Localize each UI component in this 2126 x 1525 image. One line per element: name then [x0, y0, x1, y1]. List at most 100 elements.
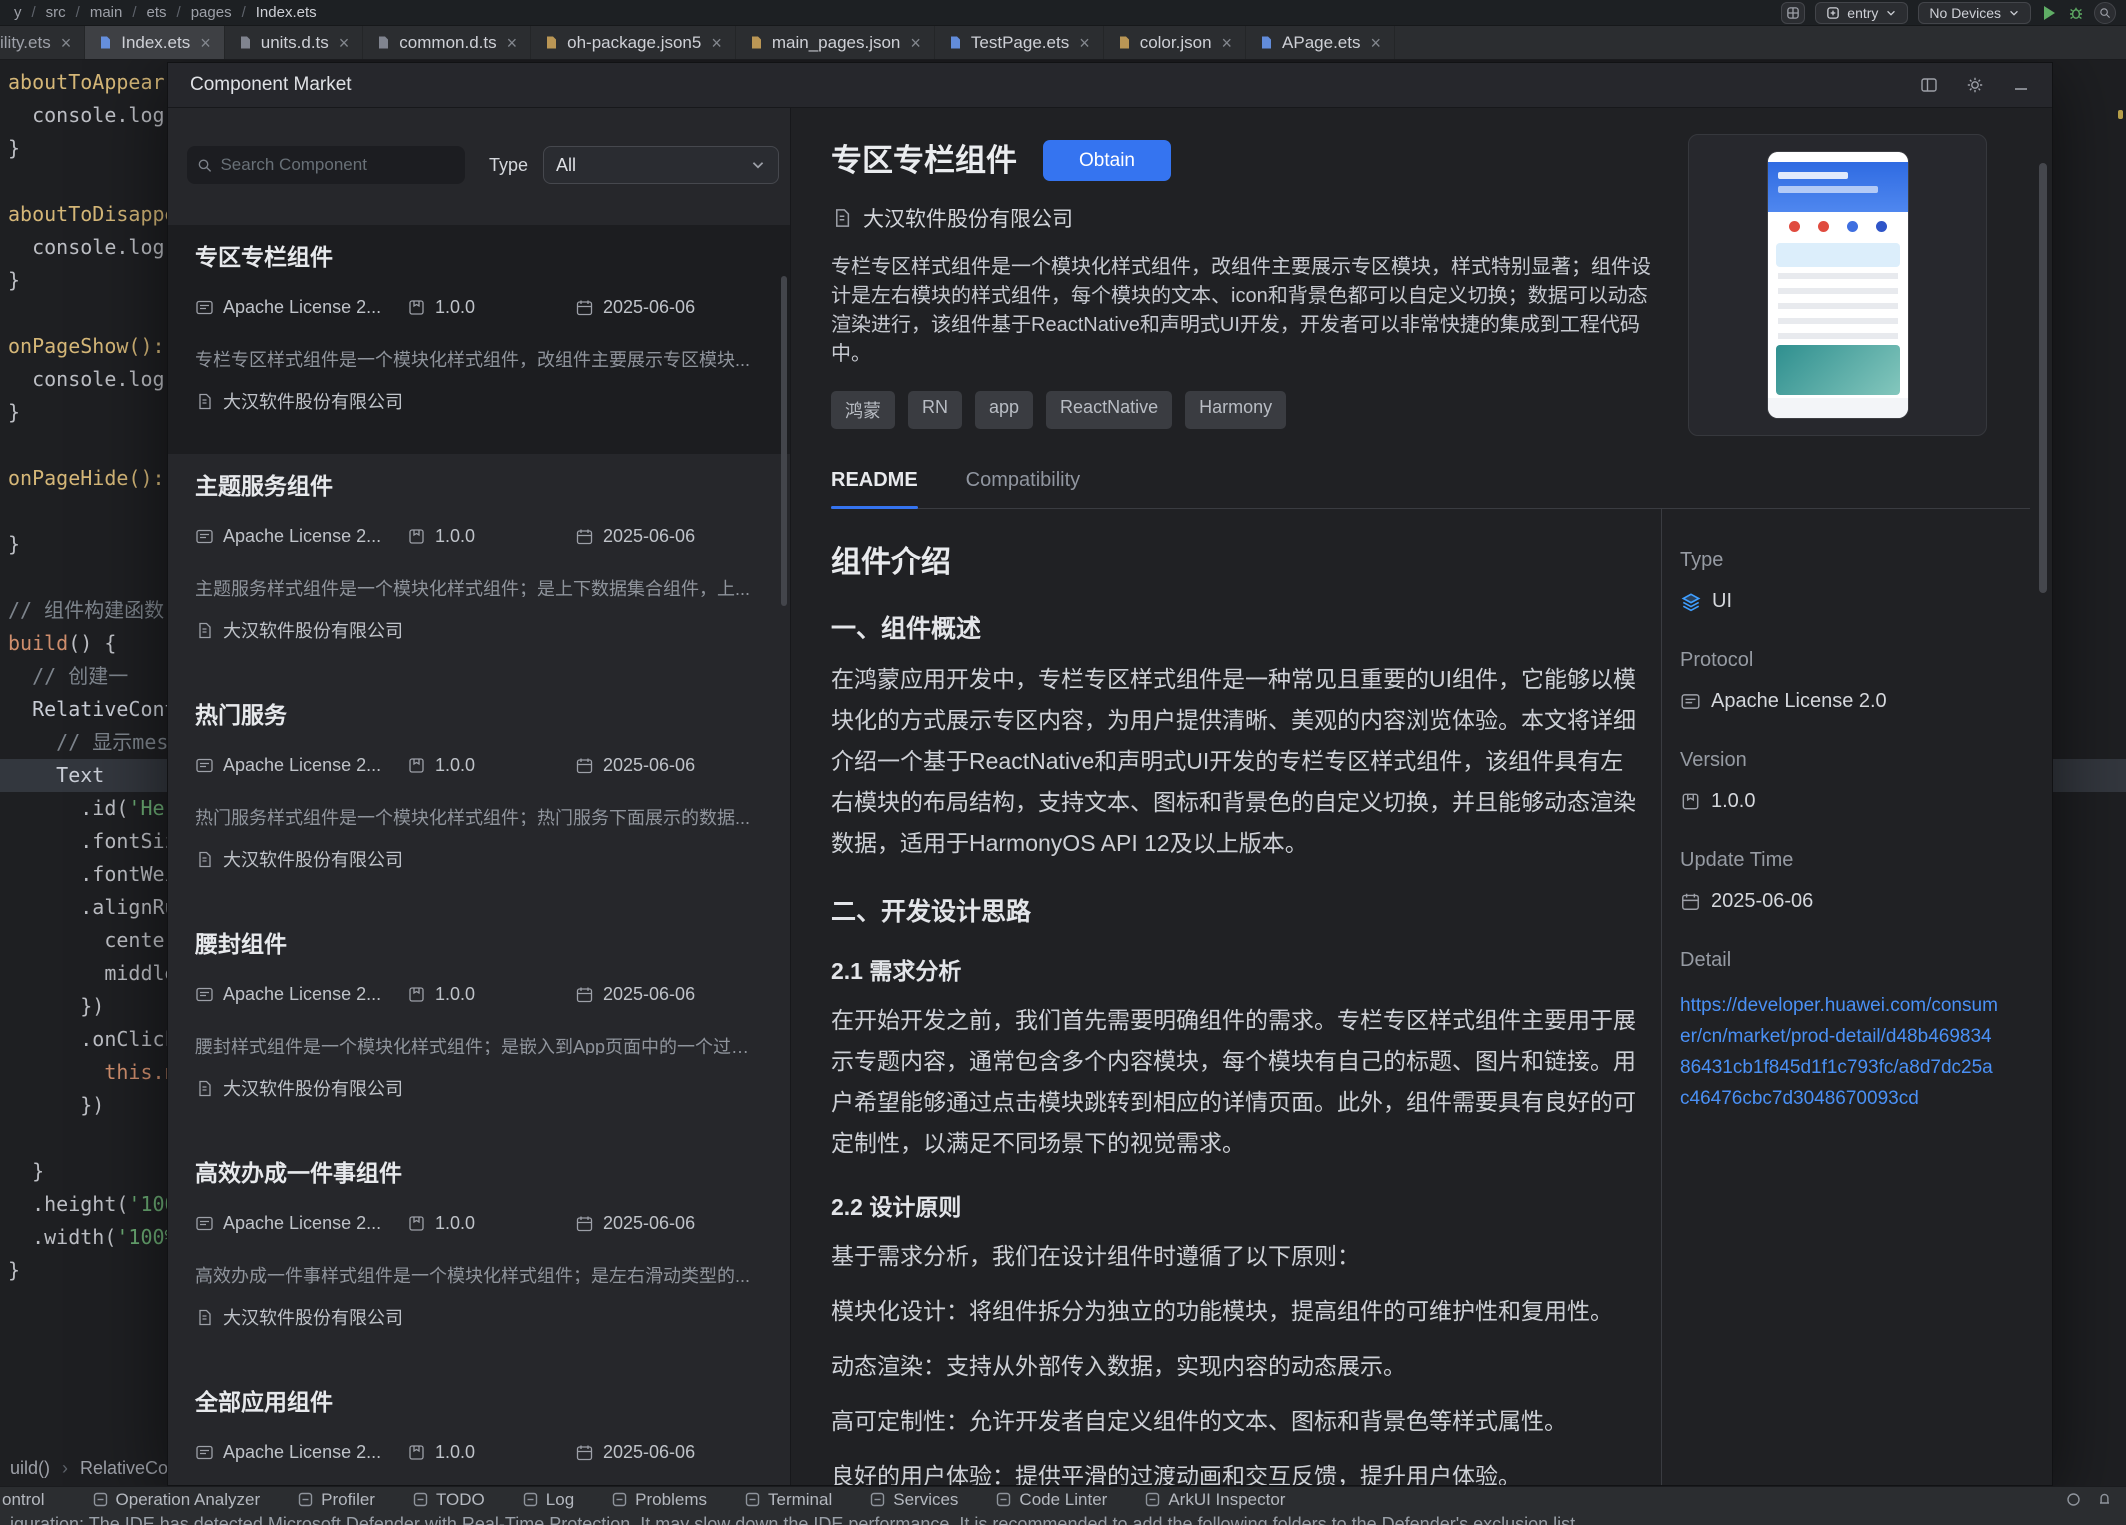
- component-license: Apache License 2...: [223, 755, 381, 776]
- company-icon: [195, 1079, 214, 1098]
- close-icon[interactable]: ×: [507, 34, 518, 52]
- breadcrumb-item[interactable]: pages: [191, 4, 246, 21]
- editor-tab[interactable]: color.json ×: [1104, 26, 1246, 59]
- file-icon: [1117, 35, 1132, 50]
- close-icon[interactable]: ×: [711, 34, 722, 52]
- readme-block: 组件介绍: [831, 537, 1639, 581]
- status-bar-item[interactable]: Terminal: [745, 1490, 832, 1510]
- dialog-header: Component Market: [168, 63, 2052, 108]
- tag-badge: app: [975, 391, 1033, 429]
- preview-status-strip: [1768, 152, 1908, 162]
- run-button[interactable]: [2044, 6, 2055, 20]
- close-icon[interactable]: ×: [910, 34, 921, 52]
- status-bar-item[interactable]: Operation Analyzer: [93, 1490, 261, 1510]
- breadcrumb-item[interactable]: src: [46, 4, 80, 21]
- breadcrumb-item[interactable]: main: [90, 4, 137, 21]
- editor-tab[interactable]: TestPage.ets ×: [935, 26, 1104, 59]
- detail-tab[interactable]: Compatibility: [966, 469, 1080, 492]
- close-icon[interactable]: ×: [339, 34, 350, 52]
- editor-tab-label: units.d.ts: [261, 33, 329, 53]
- breadcrumb-item[interactable]: Index.ets: [256, 4, 317, 21]
- version-label: Version: [1680, 749, 2000, 772]
- bell-icon[interactable]: [2097, 1492, 2112, 1507]
- chevron-down-icon: [1885, 7, 1897, 19]
- notifications-icon[interactable]: [1781, 2, 1805, 24]
- gear-icon[interactable]: [1966, 76, 1984, 94]
- editor-tab[interactable]: main_pages.json ×: [736, 26, 935, 59]
- status-bar-item[interactable]: Problems: [612, 1490, 707, 1510]
- debug-icon[interactable]: [2068, 5, 2084, 21]
- status-bar-item[interactable]: Code Linter: [996, 1490, 1107, 1510]
- device-selector[interactable]: No Devices: [1918, 2, 2031, 24]
- dialog-scrollbar[interactable]: [2039, 163, 2047, 593]
- status-item-label: TODO: [436, 1490, 485, 1510]
- component-list-item[interactable]: 热门服务 Apache License 2... 1.0.0 2025-06-0…: [168, 683, 790, 912]
- type-filter-select[interactable]: All: [543, 146, 779, 184]
- layout-icon[interactable]: [1920, 76, 1938, 94]
- editor-tab[interactable]: oh-package.json5 ×: [531, 26, 736, 59]
- protocol-value-row: Apache License 2.0: [1680, 690, 2000, 713]
- editor-breadcrumb-item[interactable]: uild(): [10, 1458, 50, 1479]
- minimize-icon[interactable]: [2012, 76, 2030, 94]
- component-list-item[interactable]: 专区专栏组件 Apache License 2... 1.0.0 2025-06…: [168, 225, 790, 454]
- editor-breadcrumb-item[interactable]: RelativeCo: [50, 1458, 168, 1479]
- component-list-item[interactable]: 主题服务组件 Apache License 2... 1.0.0 2025-06…: [168, 454, 790, 683]
- obtain-button[interactable]: Obtain: [1043, 140, 1171, 181]
- component-name: 高效办成一件事组件: [195, 1159, 766, 1187]
- preview-photo-block: [1776, 345, 1900, 395]
- protocol-value: Apache License 2.0: [1711, 690, 1887, 713]
- status-bar-item[interactable]: Log: [523, 1490, 574, 1510]
- detail-tab[interactable]: README: [831, 469, 918, 492]
- component-description: 专栏专区样式组件是一个模块化样式组件，改组件主要展示专区模块...: [195, 346, 766, 368]
- close-icon[interactable]: ×: [1079, 34, 1090, 52]
- editor-tab-label: TestPage.ets: [971, 33, 1069, 53]
- chevron-down-icon: [2008, 7, 2020, 19]
- status-bar-item[interactable]: Services: [870, 1490, 958, 1510]
- close-icon[interactable]: ×: [1222, 34, 1233, 52]
- sync-icon[interactable]: [2066, 1492, 2081, 1507]
- close-icon[interactable]: ×: [200, 34, 211, 52]
- readme-block: 一、组件概述: [831, 609, 1639, 645]
- status-item-label: Code Linter: [1019, 1490, 1107, 1510]
- breadcrumb-item[interactable]: ets: [147, 4, 181, 21]
- component-market-dialog: Component Market Type All: [167, 62, 2053, 1486]
- readme-block: 在鸿蒙应用开发中，专栏专区样式组件是一种常见且重要的UI组件，它能够以模块化的方…: [831, 659, 1639, 864]
- editor-tab[interactable]: units.d.ts ×: [225, 26, 364, 59]
- version-icon: [407, 527, 426, 546]
- component-version: 1.0.0: [435, 755, 475, 776]
- type-value-row: UI: [1680, 590, 2000, 613]
- file-icon: [749, 35, 764, 50]
- run-configuration-selector[interactable]: entry: [1815, 2, 1908, 24]
- calendar-icon: [1680, 891, 1701, 912]
- component-company-row: 大汉软件股份有限公司: [195, 1075, 766, 1101]
- editor-tab[interactable]: APage.ets ×: [1246, 26, 1395, 59]
- component-date: 2025-06-06: [603, 984, 695, 1005]
- editor-tab[interactable]: ility.ets ×: [0, 26, 85, 59]
- search-input[interactable]: [220, 155, 455, 175]
- editor-tab[interactable]: Index.ets ×: [85, 26, 225, 59]
- preview-footer-block: [1768, 398, 1908, 418]
- close-icon[interactable]: ×: [1371, 34, 1382, 52]
- component-name: 专区专栏组件: [195, 243, 766, 271]
- component-name: 全部应用组件: [195, 1388, 766, 1416]
- status-bar-item[interactable]: ArkUI Inspector: [1145, 1490, 1285, 1510]
- component-list-item[interactable]: 腰封组件 Apache License 2... 1.0.0 2025-06-0…: [168, 912, 790, 1141]
- search-icon: [197, 157, 212, 174]
- component-name: 腰封组件: [195, 930, 766, 958]
- update-time-value: 2025-06-06: [1711, 890, 1813, 913]
- status-bar-item[interactable]: Profiler: [298, 1490, 375, 1510]
- status-bar-item-partial[interactable]: ontrol: [2, 1490, 45, 1510]
- editor-tab[interactable]: common.d.ts ×: [363, 26, 531, 59]
- status-bar-item[interactable]: TODO: [413, 1490, 485, 1510]
- readme-block: 良好的用户体验：提供平滑的过渡动画和交互反馈，提升用户体验。: [831, 1456, 1639, 1485]
- detail-link[interactable]: https://developer.huawei.com/consumer/cn…: [1680, 990, 2000, 1114]
- breadcrumb-item[interactable]: y: [14, 4, 36, 21]
- close-icon[interactable]: ×: [61, 34, 72, 52]
- company-icon: [195, 1308, 214, 1327]
- component-list-item[interactable]: 高效办成一件事组件 Apache License 2... 1.0.0 2025…: [168, 1141, 790, 1370]
- list-scrollbar[interactable]: [781, 276, 787, 606]
- component-list-item[interactable]: 全部应用组件 Apache License 2... 1.0.0 2025-06…: [168, 1370, 790, 1485]
- search-everywhere-icon[interactable]: [2094, 2, 2116, 24]
- ide-toolbar: entry No Devices: [1781, 2, 2116, 24]
- component-preview: [1688, 134, 1987, 436]
